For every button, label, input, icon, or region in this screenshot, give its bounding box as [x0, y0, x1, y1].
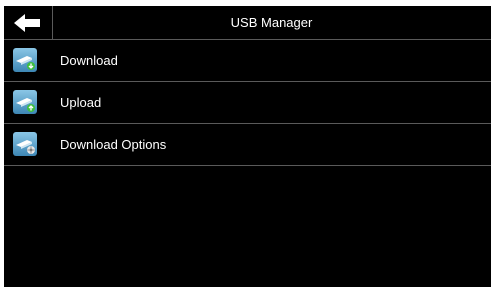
- menu-item-download-options[interactable]: Download Options: [4, 124, 491, 166]
- usb-download-icon: [13, 48, 37, 72]
- menu-item-label: Upload: [60, 95, 102, 110]
- page-title: USB Manager: [230, 15, 313, 30]
- menu-item-upload[interactable]: Upload: [4, 82, 491, 124]
- menu-list: Download Upload Download Options: [4, 40, 491, 166]
- back-button[interactable]: [4, 6, 53, 39]
- menu-item-label: Download: [60, 53, 118, 68]
- usb-upload-icon: [13, 90, 37, 114]
- back-arrow-icon: [14, 14, 40, 32]
- menu-item-download[interactable]: Download: [4, 40, 491, 82]
- menu-item-label: Download Options: [60, 137, 167, 152]
- title-bar: USB Manager: [4, 6, 491, 40]
- usb-manager-screen: USB Manager Download Upload Download Opt…: [4, 6, 491, 287]
- usb-download-options-icon: [13, 132, 37, 156]
